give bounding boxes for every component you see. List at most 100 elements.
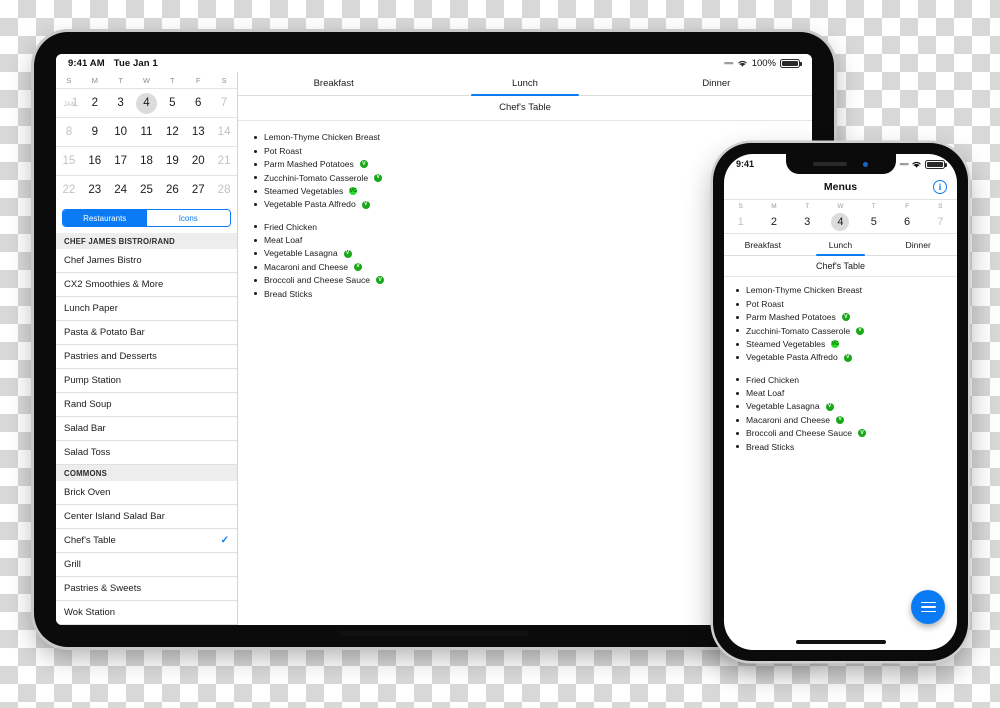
info-circle-icon[interactable]: i bbox=[933, 179, 947, 194]
list-item[interactable]: Brick Oven bbox=[56, 481, 237, 505]
calendar-day-19[interactable]: 19 bbox=[159, 147, 185, 175]
weekday-label: T bbox=[805, 203, 810, 210]
tab-breakfast[interactable]: Breakfast bbox=[238, 72, 429, 95]
calendar-day-21[interactable]: 21 bbox=[211, 147, 237, 175]
calendar-day-22[interactable]: 22 bbox=[56, 176, 82, 204]
list-item[interactable]: Pastries & Sweets bbox=[56, 577, 237, 601]
list-item[interactable]: Chef's Table ✓ bbox=[56, 529, 237, 553]
restaurant-name: CX2 Smoothies & More bbox=[64, 279, 164, 290]
menu-item-name: Vegetable Lasagna bbox=[746, 401, 820, 412]
weekday-label: M bbox=[91, 76, 98, 85]
segment-icons[interactable]: Icons bbox=[146, 210, 230, 226]
list-item[interactable]: Wok Station bbox=[56, 601, 237, 625]
calendar-day-10[interactable]: 10 bbox=[108, 118, 134, 146]
calendar-day-23[interactable]: 23 bbox=[82, 176, 108, 204]
calendar-day-8[interactable]: 8 bbox=[56, 118, 82, 146]
calendar-day-2[interactable]: 2 bbox=[82, 89, 108, 117]
calendar-day-26[interactable]: 26 bbox=[159, 176, 185, 204]
calendar-day-2[interactable]: 2 bbox=[757, 211, 790, 233]
ipad-battery-percent: 100% bbox=[751, 57, 776, 69]
calendar-day-number: 18 bbox=[140, 155, 153, 167]
list-item[interactable]: CX2 Smoothies & More bbox=[56, 273, 237, 297]
restaurant-list[interactable]: CHEF JAMES BISTRO/RAND Chef James Bistro C… bbox=[56, 233, 237, 625]
tab-lunch[interactable]: Lunch bbox=[802, 234, 880, 256]
calendar-day-24[interactable]: 24 bbox=[108, 176, 134, 204]
meal-tabs[interactable]: Breakfast Lunch Dinner bbox=[724, 234, 957, 256]
calendar-day-13[interactable]: 13 bbox=[185, 118, 211, 146]
wifi-icon bbox=[738, 60, 747, 67]
segmented-control[interactable]: Restaurants Icons bbox=[62, 209, 231, 227]
calendar-day-11[interactable]: 11 bbox=[134, 118, 160, 146]
diet-badge-icon: VG bbox=[349, 187, 358, 196]
diet-badge-icon: V bbox=[361, 200, 370, 209]
calendar-day-15[interactable]: 15 bbox=[56, 147, 82, 175]
list-item[interactable]: Chef James Bistro bbox=[56, 249, 237, 273]
calendar-day-7[interactable]: 7 bbox=[211, 89, 237, 117]
calendar-day-number: 16 bbox=[88, 155, 102, 167]
ipad-home-indicator[interactable] bbox=[339, 631, 529, 636]
diet-badge-icon: V bbox=[856, 326, 865, 335]
list-item[interactable]: Pastries and Desserts bbox=[56, 345, 237, 369]
calendar-day-number: 27 bbox=[191, 184, 205, 196]
menu-item: Broccoli and Cheese Sauce V bbox=[736, 427, 957, 440]
calendar-day-16[interactable]: 16 bbox=[82, 147, 108, 175]
menu-item-name: Vegetable Lasagna bbox=[264, 248, 338, 259]
segment-restaurants[interactable]: Restaurants bbox=[63, 210, 147, 226]
calendar-day-20[interactable]: 20 bbox=[185, 147, 211, 175]
calendar-day-1[interactable]: 1 bbox=[724, 211, 757, 233]
segmented-control-wrap: Restaurants Icons bbox=[56, 204, 237, 233]
menu-group: Fried Chicken Meat Loaf Vegetable Lasagna V… bbox=[736, 373, 957, 453]
calendar-day-18[interactable]: 18 bbox=[134, 147, 160, 175]
calendar-day-27[interactable]: 27 bbox=[185, 176, 211, 204]
calendar-day-7[interactable]: 7 bbox=[924, 211, 957, 233]
calendar-weekday-header: SMTWTFS bbox=[724, 200, 957, 211]
calendar-day-17[interactable]: 17 bbox=[108, 147, 134, 175]
tab-dinner[interactable]: Dinner bbox=[879, 234, 957, 255]
calendar-day-6[interactable]: 6 bbox=[185, 89, 211, 117]
iphone-navbar: Menus i bbox=[724, 174, 957, 200]
menu-item-name: Zucchini-Tomato Casserole bbox=[264, 172, 369, 183]
device-mockup-stage: 9:41 AM Tue Jan 1 ▪▪▪▪ 100% S M T W T F … bbox=[0, 0, 1000, 708]
hamburger-menu-icon[interactable] bbox=[911, 590, 945, 624]
meal-tabs[interactable]: Breakfast Lunch Dinner bbox=[238, 72, 812, 96]
list-item[interactable]: Pasta & Potato Bar bbox=[56, 321, 237, 345]
bullet-icon bbox=[254, 238, 257, 242]
tab-breakfast[interactable]: Breakfast bbox=[724, 234, 802, 255]
list-item[interactable]: Grill bbox=[56, 553, 237, 577]
calendar-day-4[interactable]: 4 bbox=[824, 211, 857, 233]
calendar-day-number: 22 bbox=[62, 184, 76, 196]
list-item[interactable]: Rand Soup bbox=[56, 393, 237, 417]
calendar-day-12[interactable]: 12 bbox=[159, 118, 185, 146]
bullet-icon bbox=[736, 445, 739, 449]
calendar-day-25[interactable]: 25 bbox=[134, 176, 160, 204]
calendar-day-28[interactable]: 28 bbox=[211, 176, 237, 204]
weekday-label: M bbox=[771, 203, 777, 210]
list-item[interactable]: Pump Station bbox=[56, 369, 237, 393]
diet-badge-icon: V bbox=[841, 313, 850, 322]
calendar-day-9[interactable]: 9 bbox=[82, 118, 108, 146]
diet-badge-icon: VG bbox=[831, 340, 840, 349]
calendar-day-number: 6 bbox=[904, 216, 911, 228]
calendar-day-5[interactable]: 5 bbox=[857, 211, 890, 233]
list-item[interactable]: Lunch Paper bbox=[56, 297, 237, 321]
calendar-day-number: 11 bbox=[140, 126, 153, 138]
restaurant-name: Pump Station bbox=[64, 375, 122, 386]
calendar-week-row[interactable]: 1 2 3 4 5 6 7 bbox=[724, 211, 957, 234]
calendar-day-4[interactable]: 4 bbox=[134, 89, 160, 117]
list-item[interactable]: Salad Bar bbox=[56, 417, 237, 441]
menu-item-name: Lemon-Thyme Chicken Breast bbox=[746, 285, 863, 296]
tab-lunch[interactable]: Lunch bbox=[429, 72, 620, 96]
iphone-home-indicator[interactable] bbox=[795, 640, 886, 644]
calendar-day-1[interactable]: JAN 1 bbox=[56, 89, 82, 117]
calendar-day-3[interactable]: 3 bbox=[791, 211, 824, 233]
calendar-day-3[interactable]: 3 bbox=[108, 89, 134, 117]
calendar-day-14[interactable]: 14 bbox=[211, 118, 237, 146]
list-item[interactable]: Salad Toss bbox=[56, 441, 237, 465]
tab-dinner[interactable]: Dinner bbox=[621, 72, 812, 95]
menu-item: Fried Chicken bbox=[736, 373, 957, 386]
menu-item-name: Steamed Vegetables bbox=[264, 185, 344, 196]
calendar-day-6[interactable]: 6 bbox=[890, 211, 923, 233]
calendar-day-5[interactable]: 5 bbox=[159, 89, 185, 117]
list-item[interactable]: Center Island Salad Bar bbox=[56, 505, 237, 529]
weekday-label: S bbox=[221, 76, 227, 85]
